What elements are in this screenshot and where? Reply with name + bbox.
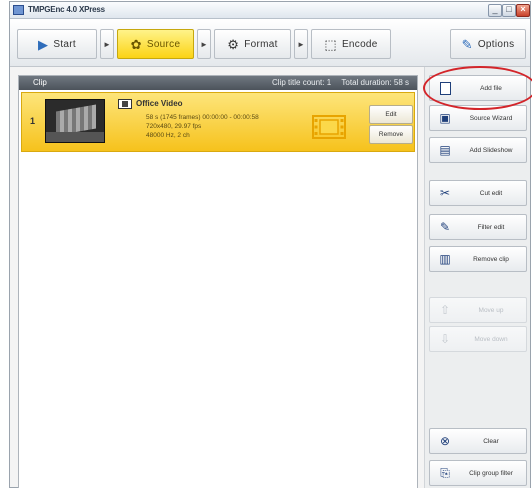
filter-edit-button[interactable]: ✎ Filter edit <box>429 214 527 240</box>
video-clip-icon <box>118 99 132 109</box>
clip-row[interactable]: 1 Office Video 58 s (1745 frames) 00:00:… <box>21 92 415 152</box>
move-down-button[interactable]: ⇩ Move down <box>429 326 527 352</box>
move-up-button[interactable]: ⇧ Move up <box>429 297 527 323</box>
cut-edit-label: Cut edit <box>479 190 503 197</box>
source-step-label: Source <box>146 38 181 50</box>
clip-count-text: Clip title count: 1 <box>272 78 332 87</box>
clip-actions-sidebar: Add file ▣ Source Wizard ▤ Add Slideshow… <box>424 67 530 488</box>
add-file-button[interactable]: Add file <box>429 75 527 101</box>
title-bar: TMPGEnc 4.0 XPress _ □ × <box>10 2 530 19</box>
filter-edit-label: Filter edit <box>477 224 505 231</box>
arrow-up-icon: ⇧ <box>439 303 451 317</box>
clip-remove-button[interactable]: Remove <box>369 125 413 144</box>
cut-edit-button[interactable]: ✂ Cut edit <box>429 180 527 206</box>
step-arrow-1[interactable]: ► <box>100 29 114 59</box>
wizard-icon: ▣ <box>439 111 451 125</box>
add-slideshow-button[interactable]: ▤ Add Slideshow <box>429 137 527 163</box>
source-gear-icon: ✿ <box>130 36 142 52</box>
clear-button[interactable]: ⊗ Clear <box>429 428 527 454</box>
add-file-label: Add file <box>480 85 502 92</box>
clip-audio-info: 48000 Hz, 2 ch <box>146 132 190 139</box>
start-step-label: Start <box>53 38 76 50</box>
app-window: TMPGEnc 4.0 XPress _ □ × ▶ Start ► ✿ Sou… <box>9 1 532 488</box>
trash-icon: ▥ <box>439 252 451 266</box>
clip-list-panel: Clip Clip title count: 1 Total duration:… <box>18 75 418 488</box>
clip-thumbnail <box>45 99 105 143</box>
slideshow-icon: ▤ <box>439 143 451 157</box>
source-wizard-button[interactable]: ▣ Source Wizard <box>429 105 527 131</box>
options-button[interactable]: ✎ Options <box>450 29 526 59</box>
group-filter-icon: ⎘ <box>440 466 450 480</box>
clip-edit-button[interactable]: Edit <box>369 105 413 124</box>
start-step-button[interactable]: ▶ Start <box>17 29 97 59</box>
filter-edit-icon: ✎ <box>439 220 451 234</box>
maximize-button[interactable]: □ <box>502 4 516 17</box>
clip-duration-info: 58 s (1745 frames) 00:00:00 - 00:00:58 <box>146 114 259 121</box>
clip-group-filter-button[interactable]: ⎘ Clip group filter <box>429 460 527 486</box>
clip-number: 1 <box>30 116 36 126</box>
clear-label: Clear <box>483 438 499 445</box>
source-wizard-label: Source Wizard <box>469 115 513 122</box>
close-icon: × <box>520 4 526 14</box>
add-slideshow-label: Add Slideshow <box>469 147 513 154</box>
maximize-icon: □ <box>506 4 512 14</box>
options-label: Options <box>477 38 515 50</box>
window-title: TMPGEnc 4.0 XPress <box>28 5 105 14</box>
app-icon <box>13 5 24 15</box>
step-arrow-icon: ► <box>200 39 208 49</box>
remove-clip-label: Remove clip <box>473 256 509 263</box>
arrow-down-icon: ⇩ <box>439 332 451 346</box>
encode-frame-icon: ⬚ <box>324 36 337 52</box>
document-icon <box>438 81 452 96</box>
play-arrow-icon: ▶ <box>38 36 49 52</box>
wrench-icon: ✎ <box>461 36 473 52</box>
clear-circle-icon: ⊗ <box>439 434 451 448</box>
source-step-button[interactable]: ✿ Source <box>117 29 194 59</box>
step-arrow-icon: ► <box>103 39 111 49</box>
encode-step-label: Encode <box>341 38 378 50</box>
clip-video-info: 720x480, 29.97 fps <box>146 123 202 130</box>
minimize-icon: _ <box>492 4 498 14</box>
move-up-label: Move up <box>478 307 504 314</box>
clip-list-header: Clip Clip title count: 1 Total duration:… <box>19 76 417 90</box>
clip-details: 58 s (1745 frames) 00:00:00 - 00:00:58 7… <box>146 113 259 140</box>
total-duration-text: Total duration: 58 s <box>341 78 409 87</box>
clip-title: Office Video <box>136 99 183 108</box>
scissors-icon: ✂ <box>439 186 451 200</box>
encode-step-button[interactable]: ⬚ Encode <box>311 29 391 59</box>
step-arrow-3[interactable]: ► <box>294 29 308 59</box>
close-button[interactable]: × <box>516 4 530 17</box>
film-strip-icon <box>312 115 346 139</box>
step-arrow-icon: ► <box>297 39 305 49</box>
clip-column-label: Clip <box>33 78 47 87</box>
remove-clip-button[interactable]: ▥ Remove clip <box>429 246 527 272</box>
format-step-button[interactable]: ⚙ Format <box>214 29 291 59</box>
format-step-label: Format <box>244 38 278 50</box>
clip-group-filter-label: Clip group filter <box>469 470 513 477</box>
move-down-label: Move down <box>474 336 508 343</box>
step-arrow-2[interactable]: ► <box>197 29 211 59</box>
step-toolbar: ▶ Start ► ✿ Source ► ⚙ Format ► ⬚ Encode… <box>10 19 530 67</box>
format-gear-icon: ⚙ <box>227 36 240 52</box>
minimize-button[interactable]: _ <box>488 4 502 17</box>
clip-summary: Clip title count: 1 Total duration: 58 s <box>264 78 409 87</box>
